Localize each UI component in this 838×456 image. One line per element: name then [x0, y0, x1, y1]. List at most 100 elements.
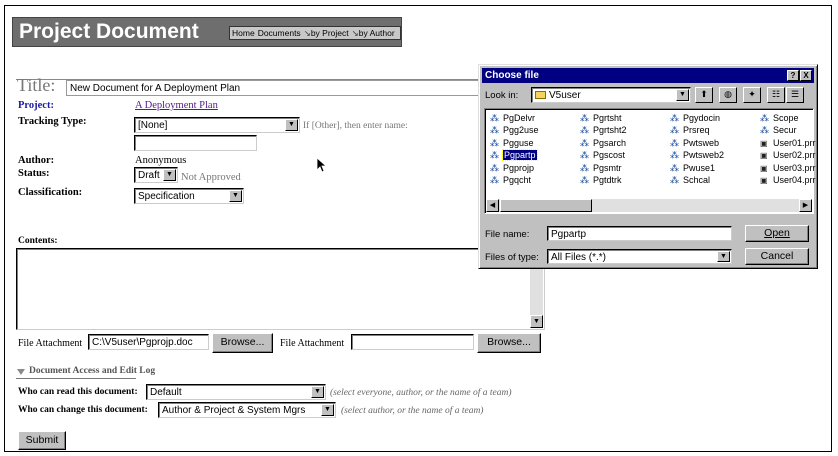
nav-by-author-link[interactable]: by Author — [359, 28, 395, 38]
program-file-icon: ⁂ — [490, 162, 499, 173]
file-name: Pgrtsht2 — [593, 125, 627, 136]
program-file-icon: ⁂ — [670, 125, 679, 136]
file-item[interactable]: ⁂ Pwtsweb2 — [669, 149, 724, 161]
file-item[interactable]: ⁂ Pgg2use — [489, 124, 539, 136]
file-name: User04.prr — [773, 175, 816, 185]
nav-home-link[interactable]: Home — [232, 28, 255, 38]
scroll-right-icon[interactable]: ▶ — [799, 199, 812, 212]
arrow-icon: ↘ — [351, 28, 359, 38]
status-select[interactable]: Draft ▼ — [134, 167, 178, 183]
scroll-thumb[interactable] — [500, 199, 592, 212]
dropdown-arrow-icon[interactable]: ▼ — [676, 89, 689, 101]
program-file-icon: ⁂ — [670, 137, 679, 148]
mouse-cursor-icon — [316, 157, 328, 173]
program-file-icon: ⁂ — [580, 137, 589, 148]
file-item[interactable]: ⁂ Pgsmtr — [579, 162, 622, 174]
attachment-input-2[interactable] — [351, 334, 474, 350]
attachment-input-1[interactable]: C:\V5user\Pgprojp.doc — [88, 334, 209, 350]
file-name: Pgg2use — [503, 125, 539, 136]
program-file-icon: ⁂ — [580, 113, 589, 123]
file-name: Pgguse — [503, 137, 534, 148]
dropdown-arrow-icon[interactable]: ▼ — [717, 251, 730, 262]
scroll-left-icon[interactable]: ◀ — [486, 199, 499, 212]
author-value: Anonymous — [135, 155, 187, 166]
classification-select[interactable]: Specification ▼ — [134, 188, 244, 204]
file-item[interactable]: ⁂ Pgsarch — [579, 137, 626, 149]
file-item[interactable]: ⁂ Pgqcht — [489, 174, 531, 186]
file-item[interactable]: ⁂ Pgscost — [579, 149, 625, 161]
file-list-scrollbar[interactable]: ◀ ▶ — [486, 199, 812, 212]
file-item[interactable]: ⁂ Pgrtsht2 — [579, 124, 627, 136]
dropdown-arrow-icon[interactable]: ▼ — [311, 386, 324, 398]
file-type-select[interactable]: All Files (*.*) ▼ — [547, 249, 732, 264]
change-access-select[interactable]: Author & Project & System Mgrs ▼ — [158, 402, 336, 418]
file-item[interactable]: ⁂ Prsreq — [669, 124, 710, 136]
file-item[interactable]: ▣ User04.prr — [759, 174, 816, 186]
close-button[interactable]: X — [800, 70, 812, 81]
file-item[interactable]: ▣ User02.prr — [759, 149, 816, 161]
file-name-label-text: File name: — [485, 229, 530, 240]
tracking-type-label: Tracking Type: — [18, 116, 87, 127]
dropdown-arrow-icon[interactable]: ▼ — [285, 119, 298, 131]
open-button[interactable]: Open — [745, 225, 809, 242]
file-item[interactable]: ⁂ Pgpartp — [489, 149, 538, 162]
details-view-icon[interactable]: ☰ — [786, 87, 804, 103]
file-item[interactable]: ⁂ Pwuse1 — [669, 162, 715, 174]
help-button[interactable]: ? — [787, 70, 799, 81]
file-name: Schcal — [683, 175, 711, 185]
browse-button-2[interactable]: Browse... — [477, 333, 541, 353]
read-access-select[interactable]: Default ▼ — [146, 384, 326, 400]
look-in-label: Look in: — [485, 90, 519, 101]
file-item[interactable]: ▣ User03.prr — [759, 162, 816, 174]
file-name: Pgprojp — [503, 162, 535, 173]
tracking-type-select[interactable]: [None] ▼ — [134, 117, 300, 133]
file-item[interactable]: ⁂ Pgydocin — [669, 112, 720, 124]
list-view-icon[interactable]: ☷ — [767, 87, 785, 103]
file-item[interactable]: ⁂ Pgprojp — [489, 162, 534, 174]
file-item[interactable]: ⁂ Pgrtsht — [579, 112, 622, 124]
dropdown-arrow-icon[interactable]: ▼ — [229, 190, 242, 202]
document-file-icon: ▣ — [760, 138, 768, 148]
file-item[interactable]: ⁂ Scope — [759, 112, 799, 124]
new-folder-icon[interactable]: ✦ — [743, 87, 761, 103]
dropdown-arrow-icon[interactable]: ▼ — [321, 404, 334, 416]
file-item[interactable]: ⁂ Pgtdtrk — [579, 174, 622, 186]
nav-documents-link[interactable]: Documents — [258, 28, 301, 38]
project-link[interactable]: A Deployment Plan — [135, 100, 218, 111]
read-access-hint: (select everyone, author, or the name of… — [330, 388, 512, 398]
file-name: Scope — [773, 113, 799, 123]
file-item[interactable]: ⁂ PgDelvr — [489, 112, 535, 124]
file-name: Pgtdtrk — [593, 175, 622, 185]
file-list[interactable]: ◀ ▶ ⁂ PgDelvr ⁂ Pgg2use ⁂ Pgguse ⁂ Pgpartp ⁂ Pgpr… — [484, 108, 816, 214]
file-name: Pgrtsht — [593, 113, 622, 123]
look-in-select[interactable]: V5user ▼ — [531, 87, 691, 103]
file-item[interactable]: ⁂ Pwtsweb — [669, 137, 719, 149]
file-name-input[interactable]: Pgpartp — [547, 226, 732, 241]
title-input[interactable]: New Document for A Deployment Plan — [66, 80, 479, 96]
submit-button[interactable]: Submit — [18, 431, 66, 450]
scroll-down-icon[interactable]: ▼ — [530, 315, 543, 328]
contents-textarea[interactable]: ▼ — [16, 248, 545, 330]
up-folder-icon[interactable]: ⬆ — [695, 87, 713, 103]
browse-button-1[interactable]: Browse... — [212, 333, 273, 353]
access-section-label[interactable]: Document Access and Edit Log — [29, 366, 155, 376]
program-file-icon: ⁂ — [490, 137, 499, 148]
dialog-titlebar[interactable]: Choose file ? X — [482, 68, 814, 83]
program-file-icon: ⁂ — [760, 113, 769, 123]
nav-by-project-link[interactable]: by Project — [311, 28, 349, 38]
collapse-triangle-icon[interactable] — [17, 369, 25, 375]
file-type-value: All Files (*.*) — [551, 252, 607, 263]
author-label: Author: — [18, 155, 55, 166]
tracking-other-input[interactable] — [134, 135, 257, 151]
read-access-label: Who can read this document: — [18, 387, 138, 397]
file-item[interactable]: ▣ User01.prr — [759, 137, 816, 149]
file-item[interactable]: ⁂ Schcal — [669, 174, 710, 186]
file-name: Pgpartp — [502, 149, 538, 162]
file-item[interactable]: ⁂ Pgguse — [489, 137, 534, 149]
file-name: Secur — [773, 125, 797, 136]
title-label: Title: — [17, 75, 56, 95]
desktop-icon[interactable]: ◍ — [719, 87, 737, 103]
file-item[interactable]: ⁂ Secur — [759, 124, 797, 136]
cancel-button[interactable]: Cancel — [745, 248, 809, 265]
dropdown-arrow-icon[interactable]: ▼ — [163, 169, 176, 181]
